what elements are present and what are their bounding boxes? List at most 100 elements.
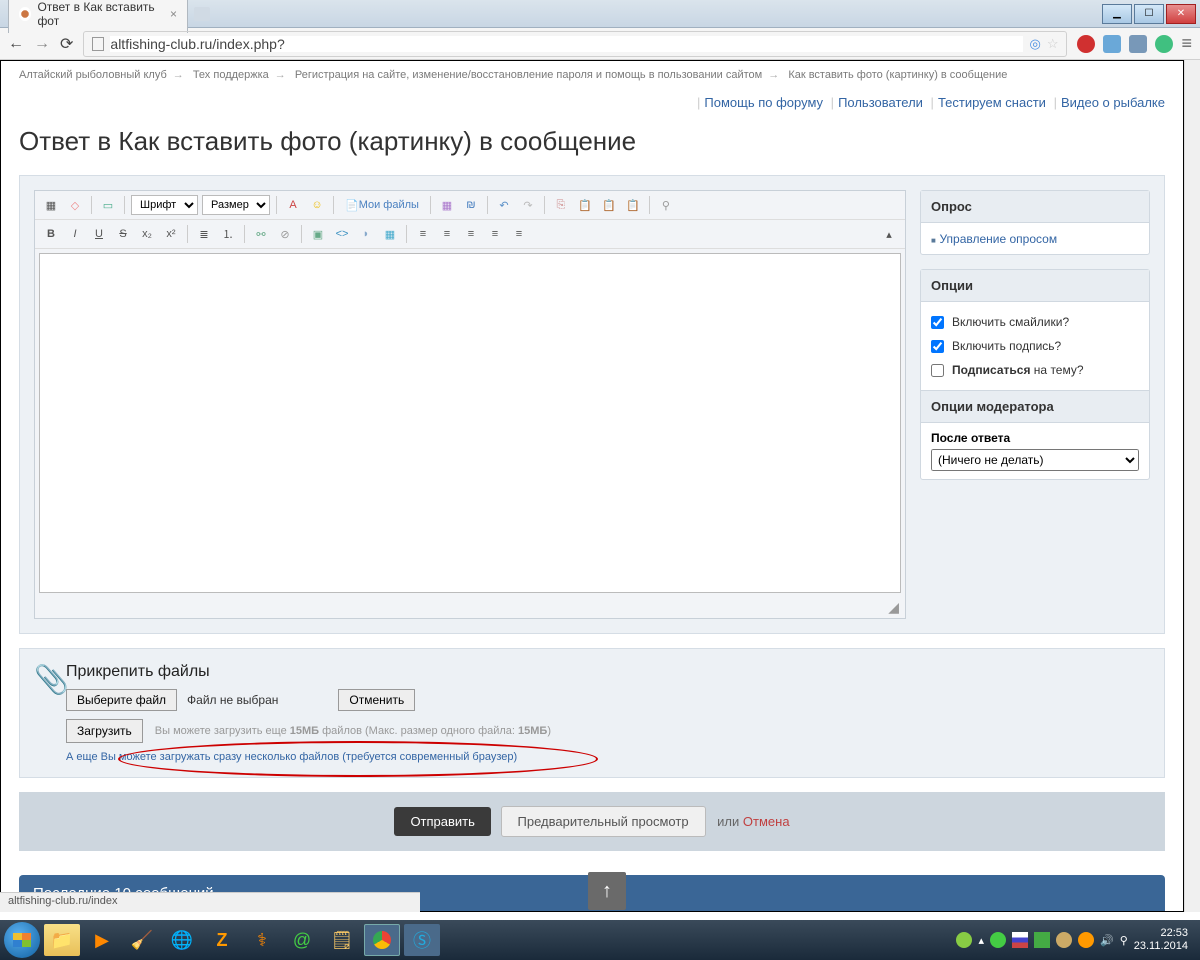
- skype-icon[interactable]: Ⓢ: [404, 924, 440, 956]
- align-justify-icon[interactable]: ≡: [485, 224, 505, 244]
- align-left-icon[interactable]: ≡: [413, 224, 433, 244]
- avast-icon[interactable]: ⚕: [244, 924, 280, 956]
- editor-textarea[interactable]: [39, 253, 901, 593]
- upload-button[interactable]: Загрузить: [66, 719, 143, 743]
- tab-close-icon[interactable]: ×: [170, 7, 177, 21]
- window-maximize-button[interactable]: ☐: [1134, 4, 1164, 24]
- paste-word-icon[interactable]: 📋: [623, 195, 643, 215]
- reload-button[interactable]: ⟳: [60, 34, 73, 54]
- insert-icon-2[interactable]: ₪: [461, 195, 481, 215]
- breadcrumb-item[interactable]: Как вставить фото (картинку) в сообщение: [788, 69, 1007, 81]
- back-button[interactable]: ←: [8, 35, 24, 53]
- media-icon[interactable]: ▦: [380, 224, 400, 244]
- subscribe-checkbox[interactable]: [931, 364, 944, 377]
- image-icon[interactable]: ▣: [308, 224, 328, 244]
- top-link[interactable]: Видео о рыбалке: [1061, 95, 1165, 110]
- quote-icon[interactable]: ◗: [356, 224, 376, 244]
- after-reply-select[interactable]: (Ничего не делать): [931, 449, 1139, 471]
- copy-icon[interactable]: ⎘: [551, 195, 571, 215]
- enable-signature-checkbox[interactable]: [931, 340, 944, 353]
- remove-format-icon[interactable]: ▦: [41, 195, 61, 215]
- myfiles-button[interactable]: 📄 Мои файлы: [340, 195, 424, 215]
- breadcrumb-item[interactable]: Алтайский рыболовный клуб: [19, 69, 167, 81]
- browser-tab[interactable]: Ответ в Как вставить фот ×: [8, 0, 188, 33]
- breadcrumb-item[interactable]: Тех поддержка: [193, 69, 269, 81]
- top-link[interactable]: Тестируем снасти: [938, 95, 1046, 110]
- top-link[interactable]: Помощь по форуму: [704, 95, 823, 110]
- redo-icon[interactable]: ↷: [518, 195, 538, 215]
- bold-icon[interactable]: B: [41, 224, 61, 244]
- url-input[interactable]: [110, 36, 1023, 52]
- bullet-list-icon[interactable]: ≣: [194, 224, 214, 244]
- preview-button[interactable]: Предварительный просмотр: [501, 806, 706, 837]
- smiley-icon[interactable]: ☺: [307, 195, 327, 215]
- zona-icon[interactable]: Z: [204, 924, 240, 956]
- subscript-icon[interactable]: x₂: [137, 224, 157, 244]
- translate-icon[interactable]: ◎: [1029, 36, 1040, 52]
- volume-icon[interactable]: 🔊: [1100, 934, 1114, 947]
- breadcrumb-item[interactable]: Регистрация на сайте, изменение/восстано…: [295, 69, 762, 81]
- underline-icon[interactable]: U: [89, 224, 109, 244]
- submit-button[interactable]: Отправить: [394, 807, 490, 836]
- paste-text-icon[interactable]: 📋: [599, 195, 619, 215]
- strike-icon[interactable]: S: [113, 224, 133, 244]
- clock[interactable]: 22:53 23.11.2014: [1134, 927, 1188, 953]
- size-select[interactable]: Размер: [202, 195, 270, 215]
- resize-handle-icon[interactable]: ◢: [35, 597, 905, 618]
- extension-icon-2[interactable]: [1103, 35, 1121, 53]
- window-minimize-button[interactable]: ▁: [1102, 4, 1132, 24]
- tray-icon[interactable]: [990, 932, 1006, 948]
- insert-icon-1[interactable]: ▦: [437, 195, 457, 215]
- multi-upload-link[interactable]: А еще Вы можете загружать сразу нескольк…: [66, 751, 1150, 763]
- cancel-attach-button[interactable]: Отменить: [338, 689, 415, 711]
- choose-file-button[interactable]: Выберите файл: [66, 689, 177, 711]
- forward-button[interactable]: →: [34, 35, 50, 53]
- ccleaner-icon[interactable]: 🧹: [124, 924, 160, 956]
- align-center-icon[interactable]: ≡: [437, 224, 457, 244]
- enable-smilies-checkbox[interactable]: [931, 316, 944, 329]
- bookmark-star-icon[interactable]: ☆: [1047, 36, 1059, 52]
- align-icon-5[interactable]: ≡: [509, 224, 529, 244]
- network-icon[interactable]: ⚲: [1120, 934, 1128, 947]
- wmp-icon[interactable]: ▶: [84, 924, 120, 956]
- paste-icon[interactable]: 📋: [575, 195, 595, 215]
- tray-icon[interactable]: [1034, 932, 1050, 948]
- top-link[interactable]: Пользователи: [838, 95, 923, 110]
- new-tab-button[interactable]: [194, 7, 210, 21]
- spellcheck-icon[interactable]: ⚲: [656, 195, 676, 215]
- extension-icon-3[interactable]: [1129, 35, 1147, 53]
- code-icon[interactable]: <>: [332, 224, 352, 244]
- font-select[interactable]: Шрифт: [131, 195, 198, 215]
- collapse-toolbar-icon[interactable]: ▴: [879, 224, 899, 244]
- unlink-icon[interactable]: ⊘: [275, 224, 295, 244]
- extension-icon-4[interactable]: [1155, 35, 1173, 53]
- numbered-list-icon[interactable]: ⒈: [218, 224, 238, 244]
- scrollbar[interactable]: [1184, 60, 1200, 912]
- text-color-icon[interactable]: A: [283, 195, 303, 215]
- window-close-button[interactable]: ✕: [1166, 4, 1196, 24]
- undo-icon[interactable]: ↶: [494, 195, 514, 215]
- cancel-link[interactable]: Отмена: [743, 814, 790, 829]
- scroll-top-button[interactable]: ↑: [588, 872, 626, 910]
- adblock-icon[interactable]: [1077, 35, 1095, 53]
- earth-icon[interactable]: 🌐: [164, 924, 200, 956]
- mail-icon[interactable]: @: [284, 924, 320, 956]
- tray-lang-icon[interactable]: [1012, 932, 1028, 948]
- chrome-menu-icon[interactable]: ≡: [1181, 33, 1192, 54]
- explorer-icon[interactable]: 📁: [44, 924, 80, 956]
- start-button[interactable]: [4, 922, 40, 958]
- superscript-icon[interactable]: x²: [161, 224, 181, 244]
- chrome-taskbar-icon[interactable]: [364, 924, 400, 956]
- link-icon[interactable]: ⚯: [251, 224, 271, 244]
- manage-poll-link[interactable]: Управление опросом: [939, 232, 1057, 246]
- tray-icon[interactable]: [1078, 932, 1094, 948]
- italic-icon[interactable]: I: [65, 224, 85, 244]
- tray-icon[interactable]: [1056, 932, 1072, 948]
- notes-icon[interactable]: 🗒: [324, 924, 360, 956]
- omnibox[interactable]: ◎ ☆: [83, 31, 1067, 57]
- align-right-icon[interactable]: ≡: [461, 224, 481, 244]
- toggle-icon[interactable]: ▭: [98, 195, 118, 215]
- tray-arrow-icon[interactable]: ▴: [978, 934, 984, 947]
- eraser-icon[interactable]: ◇: [65, 195, 85, 215]
- tray-icon[interactable]: [956, 932, 972, 948]
